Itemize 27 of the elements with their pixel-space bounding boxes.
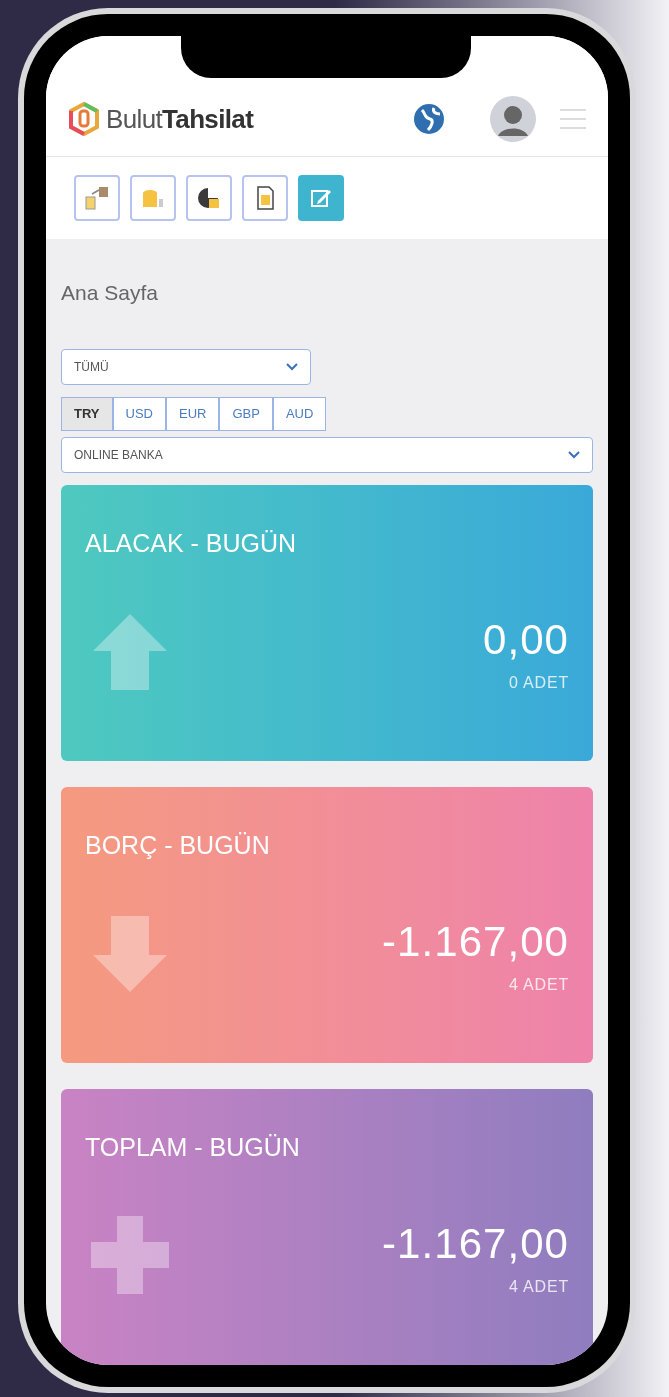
card-amount: 0,00 [483, 614, 569, 665]
currency-tab[interactable]: AUD [272, 396, 327, 431]
currency-tab[interactable]: GBP [219, 396, 273, 431]
globe-icon[interactable] [412, 102, 446, 136]
card-count: 4 ADET [509, 974, 569, 995]
currency-tab[interactable]: USD [112, 396, 166, 431]
logo-text: BulutTahsilat [106, 102, 254, 136]
filter-select[interactable]: TÜMÜ [61, 348, 311, 385]
currency-tab[interactable]: EUR [166, 396, 220, 431]
card-amount: -1.167,00 [382, 1218, 569, 1269]
pie-chart-icon [196, 185, 222, 211]
card-amount: -1.167,00 [382, 916, 569, 967]
card-count: 4 ADET [509, 1276, 569, 1297]
card-title: TOPLAM - BUGÜN [85, 1131, 301, 1163]
toolbar-button[interactable] [242, 175, 288, 221]
card-title: ALACAK - BUGÜN [85, 527, 298, 559]
chevron-icon [286, 362, 298, 371]
logo-icon [66, 101, 102, 137]
account-select[interactable]: ONLINE BANKA [61, 436, 593, 473]
chevron-icon [568, 450, 580, 459]
card-title: BORÇ - BUGÜN [85, 829, 271, 861]
currency-tab[interactable]: TRY [61, 396, 113, 431]
toolbar-button[interactable] [186, 175, 232, 221]
page-title: Ana Sayfa [61, 280, 159, 306]
avatar-icon[interactable] [490, 96, 536, 142]
card-count: 0 ADET [509, 672, 569, 693]
transfer-icon [84, 185, 110, 211]
